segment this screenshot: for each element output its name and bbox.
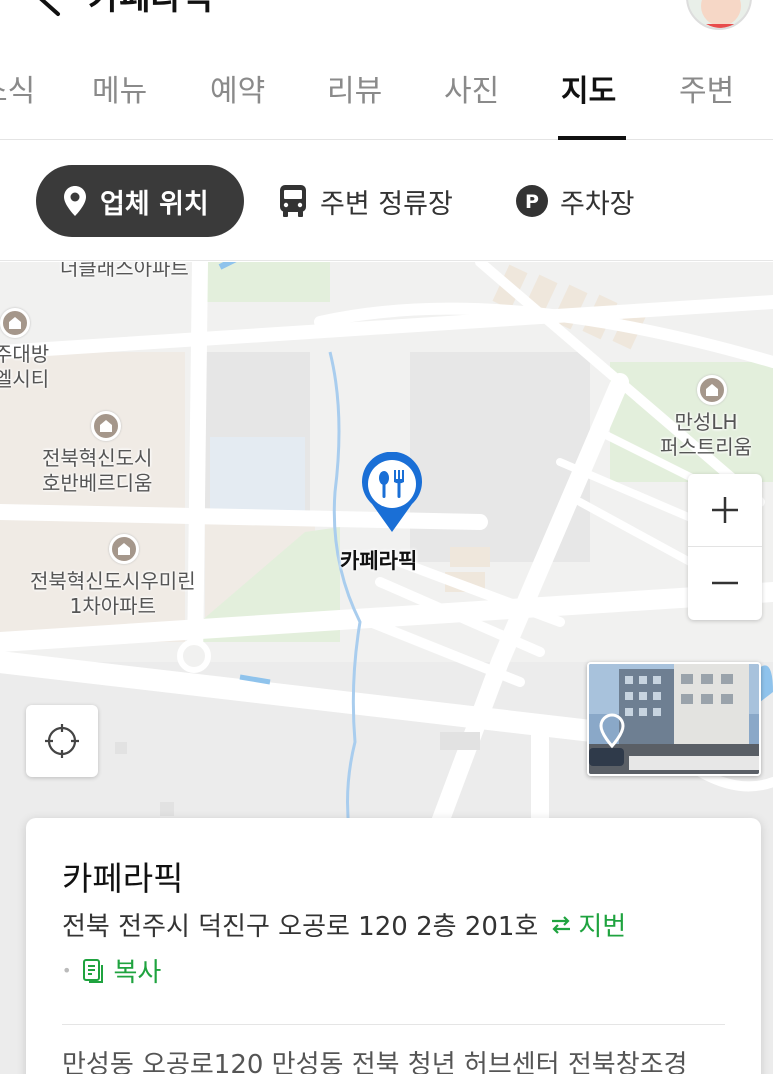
location-pin-icon: [62, 185, 88, 217]
street-view-thumbnail[interactable]: [587, 662, 761, 776]
map-label-apartment: 주대방 엘시티: [0, 342, 50, 391]
place-info-card: 카페라픽 전북 전주시 덕진구 오공로 120 2층 201호 지번 • 복사 …: [26, 818, 761, 1074]
bullet-dot: •: [62, 961, 72, 980]
map-label-apartment: 더클래스아파트: [60, 262, 189, 280]
parking-icon: P: [516, 185, 548, 217]
zoom-controls: [688, 474, 762, 620]
minus-icon: [712, 581, 738, 585]
jibun-toggle[interactable]: 지번: [548, 906, 626, 943]
swap-arrows-icon: [552, 915, 571, 934]
jibun-label: 지번: [578, 912, 627, 942]
tab-menu[interactable]: 메뉴: [92, 70, 147, 114]
chip-business-location-label: 업체 위치: [100, 188, 209, 220]
tab-review[interactable]: 리뷰: [327, 70, 382, 114]
copy-label: 복사: [113, 958, 162, 988]
chip-bus-stop[interactable]: 주변 정류장: [278, 165, 453, 237]
tab-photo[interactable]: 사진: [444, 70, 499, 114]
road-address-text: 전북 전주시 덕진구 오공로 120 2층 201호: [62, 912, 539, 942]
tab-bar: 소식 메뉴 예약 리뷰 사진 지도 주변: [0, 40, 773, 140]
map-filter-chips: 업체 위치 주변 정류장 P 주차장: [0, 141, 773, 261]
apartment-poi-icon[interactable]: [109, 534, 139, 564]
active-tab-indicator: [558, 136, 626, 140]
tab-nearby[interactable]: 주변: [679, 70, 734, 114]
apartment-poi-icon[interactable]: [697, 375, 727, 405]
place-directions-text: 만성동 오공로120 만성동 전북 청년 허브센터 전북창조경: [62, 1050, 688, 1074]
tab-map[interactable]: 지도: [561, 70, 616, 114]
zoom-in-button[interactable]: [688, 474, 762, 546]
copy-icon: [83, 958, 104, 983]
svg-text:P: P: [525, 191, 539, 213]
crosshair-icon: [45, 724, 79, 758]
zoom-out-button[interactable]: [688, 547, 762, 619]
place-name: 카페라픽: [62, 859, 184, 898]
apartment-poi-icon[interactable]: [91, 411, 121, 441]
chip-parking-label: 주차장: [560, 188, 635, 220]
place-address: 전북 전주시 덕진구 오공로 120 2층 201호 지번: [62, 906, 626, 943]
plus-icon: [712, 497, 738, 523]
bus-icon: [278, 184, 308, 218]
tab-reservation[interactable]: 예약: [210, 70, 265, 114]
avatar-face-icon: [701, 0, 741, 28]
current-location-button[interactable]: [26, 705, 98, 777]
tab-news[interactable]: 소식: [0, 70, 35, 114]
avatar[interactable]: [686, 0, 752, 30]
chip-business-location[interactable]: 업체 위치: [36, 165, 244, 237]
map-label-apartment: 만성LH 퍼스트리움: [660, 410, 752, 459]
apartment-poi-icon[interactable]: [0, 308, 30, 338]
chip-bus-stop-label: 주변 정류장: [320, 188, 453, 220]
business-pin-icon[interactable]: [358, 452, 426, 534]
card-divider: [62, 1024, 725, 1025]
page-title: 카페라픽: [88, 0, 213, 18]
map-label-apartment: 전북혁신도시 호반베르디움: [42, 446, 153, 495]
business-pin-label: 카페라픽: [340, 549, 418, 573]
chip-parking[interactable]: P 주차장: [516, 165, 635, 237]
back-arrow-icon[interactable]: [30, 0, 70, 18]
map-label-apartment: 전북혁신도시우미린 1차아파트: [30, 569, 196, 618]
street-view-image: [589, 664, 759, 774]
top-header: 카페라픽: [0, 0, 773, 40]
copy-address-button[interactable]: • 복사: [62, 952, 161, 989]
